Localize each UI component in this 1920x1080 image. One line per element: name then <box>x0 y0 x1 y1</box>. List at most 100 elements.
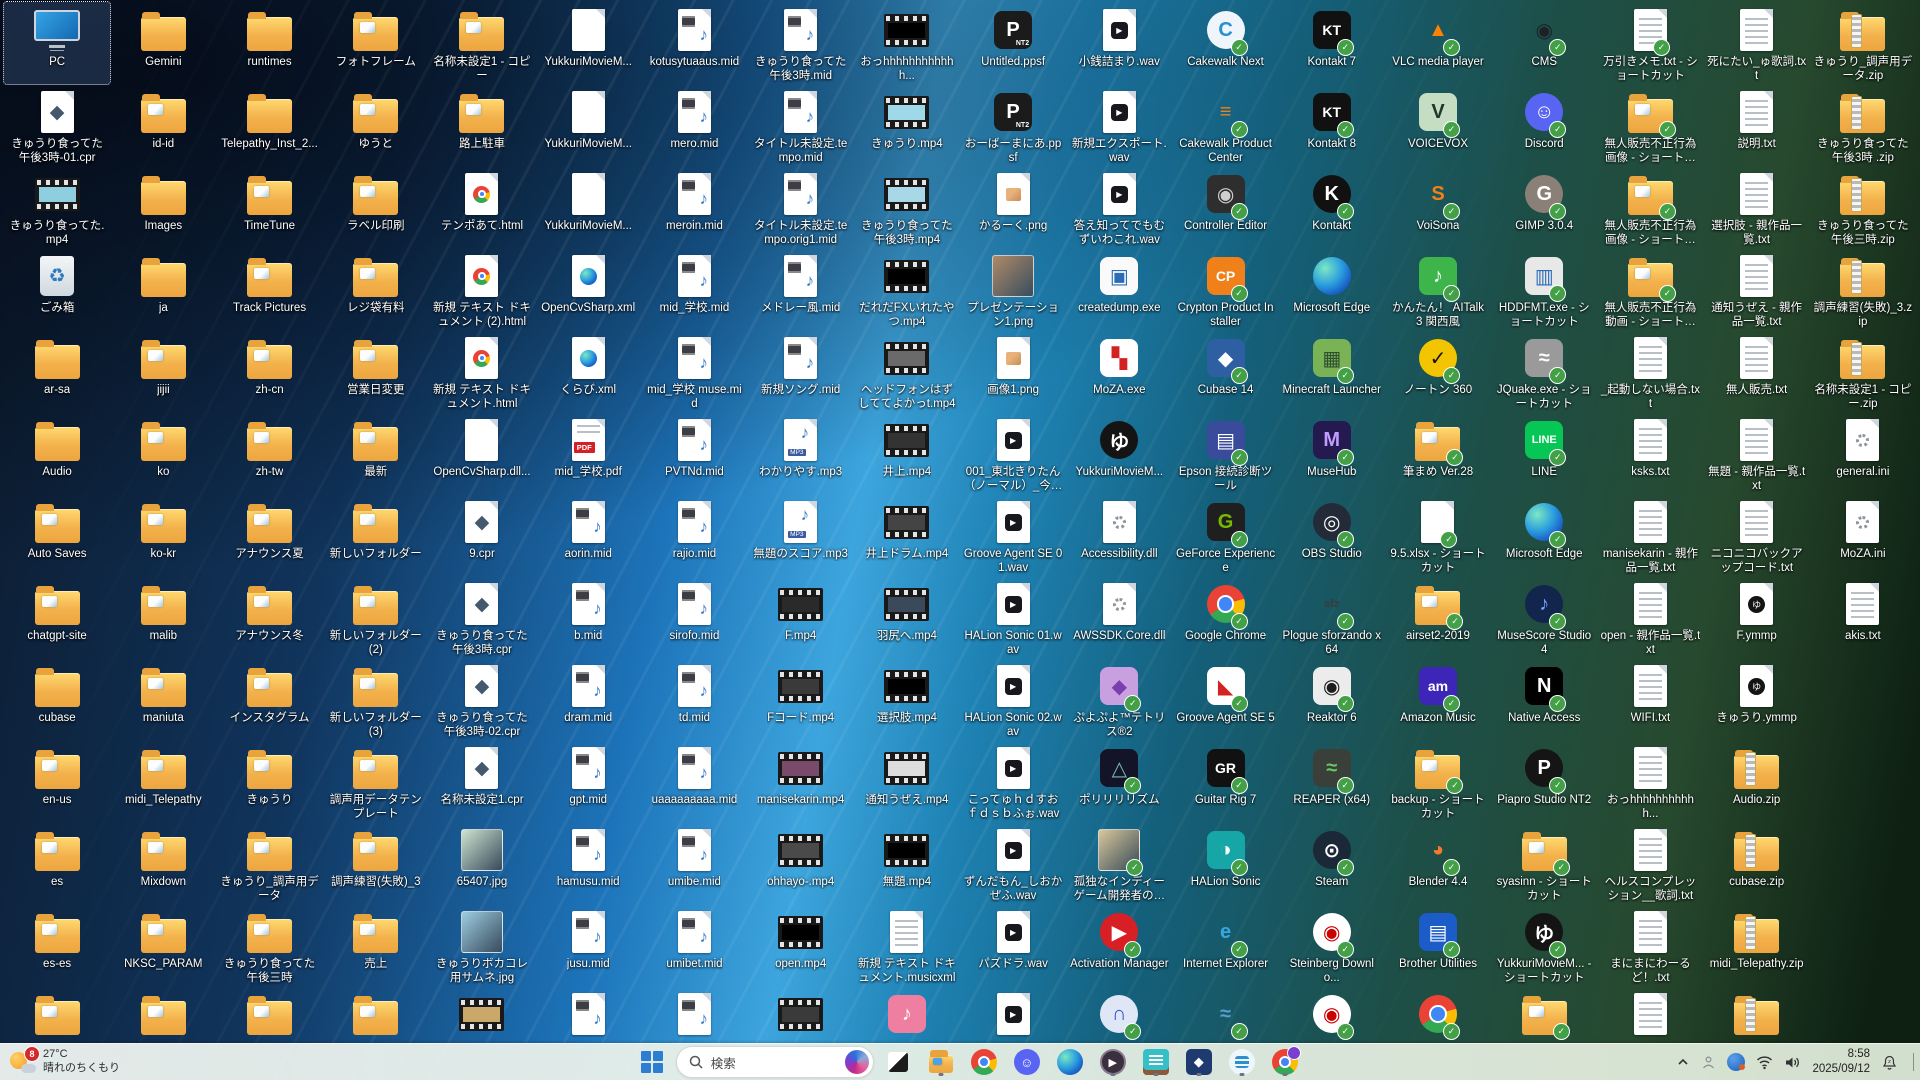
desktop-item[interactable]: ✓ Microsoft Edge <box>1491 494 1597 576</box>
taskbar-app-media-player[interactable]: ▶ <box>1094 1046 1132 1078</box>
desktop-item[interactable]: ◉ ✓ Steinberg Downlo... <box>1279 904 1385 986</box>
desktop-item[interactable]: レジ袋有料 <box>323 248 429 330</box>
desktop-item[interactable]: K ✓ Kontakt <box>1279 166 1385 248</box>
desktop-item[interactable]: 最新 <box>323 412 429 494</box>
desktop-item[interactable]: ▶ Groove Agent SE 01.wav <box>960 494 1066 576</box>
desktop-item[interactable]: CP ✓ Crypton Product Installer <box>1172 248 1278 330</box>
desktop-item[interactable]: ♪ <box>641 986 747 1044</box>
desktop-item[interactable]: きゅうり食ってた午後三時.zip <box>1810 166 1916 248</box>
desktop-item[interactable]: ✓ <box>1491 986 1597 1044</box>
desktop-item[interactable]: ja <box>110 248 216 330</box>
desktop-item[interactable]: ヘルスコンプレッション__歌詞.txt <box>1597 822 1703 904</box>
desktop-item[interactable]: △ ✓ ポリリリリズム <box>1066 740 1172 822</box>
desktop-item[interactable]: ◑ ✓ HALion Sonic <box>1172 822 1278 904</box>
desktop-item[interactable]: ◉ ✓ Reaktor 6 <box>1279 658 1385 740</box>
desktop-item[interactable]: ゆ F.ymmp <box>1704 576 1810 658</box>
desktop-item[interactable]: 通知うぜえ.mp4 <box>854 740 960 822</box>
desktop-item[interactable]: 名称未設定1 - コピー <box>429 2 535 84</box>
taskbar-app-file-explorer[interactable] <box>922 1046 960 1078</box>
desktop-item[interactable]: cubase.zip <box>1704 822 1810 904</box>
desktop-item[interactable]: ▥ ✓ HDDFMT.exe - ショートカット <box>1491 248 1597 330</box>
desktop-item[interactable]: sfz ✓ Plogue sforzando x64 <box>1279 576 1385 658</box>
desktop-item[interactable]: MoZA.ini <box>1810 494 1916 576</box>
desktop-item[interactable]: ◆ きゅうり食ってた午後3時-02.cpr <box>429 658 535 740</box>
desktop-item[interactable]: ♪ mid_学校.mid <box>641 248 747 330</box>
desktop-item[interactable]: 新しいフォルダー (3) <box>323 658 429 740</box>
desktop-item[interactable]: ▶ <box>960 986 1066 1044</box>
desktop-item[interactable]: G ✓ GeForce Experience <box>1172 494 1278 576</box>
desktop-item[interactable]: OpenCvSharp.dll... <box>429 412 535 494</box>
desktop-item[interactable]: Audio.zip <box>1704 740 1810 822</box>
taskbar-app-cubase[interactable]: ◆ <box>1180 1046 1218 1078</box>
desktop-item[interactable]: 井上.mp4 <box>854 412 960 494</box>
desktop-item[interactable]: 新しいフォルダー (2) <box>323 576 429 658</box>
desktop-item[interactable]: ▤ ✓ Brother Utilities <box>1385 904 1491 986</box>
desktop-item[interactable]: ゆ ✓ YukkuriMovieM... - ショートカット <box>1491 904 1597 986</box>
desktop-item[interactable]: 無題 - 親作品一覧.txt <box>1704 412 1810 494</box>
desktop-item[interactable]: jijii <box>110 330 216 412</box>
tray-overflow-chevron-icon[interactable] <box>1676 1055 1690 1069</box>
desktop-item[interactable]: 選択肢.mp4 <box>854 658 960 740</box>
weather-widget[interactable]: 8 27°C 晴れのちくもり <box>0 1046 260 1076</box>
desktop-item[interactable]: open.mp4 <box>748 904 854 986</box>
desktop-item[interactable] <box>1597 986 1703 1044</box>
desktop-item[interactable]: ◆ きゅうり食ってた午後3時-01.cpr <box>4 84 110 166</box>
desktop-item[interactable]: きゅうりボカコレ用サムネ.jpg <box>429 904 535 986</box>
desktop-item[interactable]: ヘッドフォンはずしててよかっt.mp4 <box>854 330 960 412</box>
desktop-item[interactable]: ♻ ごみ箱 <box>4 248 110 330</box>
desktop-item[interactable]: ◆ ✓ ぷよぷよ™テトリス®2 <box>1066 658 1172 740</box>
desktop-item[interactable]: YukkuriMovieM... <box>535 166 641 248</box>
desktop-item[interactable]: くらび.xml <box>535 330 641 412</box>
desktop-item[interactable]: だれだFXいれたやつ.mp4 <box>854 248 960 330</box>
desktop-item[interactable]: ✓ airset2-2019 <box>1385 576 1491 658</box>
desktop-item[interactable]: ◣ ✓ Groove Agent SE 5 <box>1172 658 1278 740</box>
desktop-item[interactable]: 路上駐車 <box>429 84 535 166</box>
desktop-item[interactable]: ♪ gpt.mid <box>535 740 641 822</box>
desktop-item[interactable]: zh-cn <box>216 330 322 412</box>
desktop-item[interactable]: ♪ ✓ かんたん！ AITalk 3 関西風 <box>1385 248 1491 330</box>
desktop-item[interactable]: ♪ mid_学校 muse.mid <box>641 330 747 412</box>
desktop-item[interactable]: ▶ HALion Sonic 01.wav <box>960 576 1066 658</box>
desktop-item[interactable]: ▶ ✓ Activation Manager <box>1066 904 1172 986</box>
desktop-item[interactable]: ▶ 新規エクスポート.wav <box>1066 84 1172 166</box>
desktop-item[interactable]: ♪ MP3 わかりやす.mp3 <box>748 412 854 494</box>
desktop-item[interactable]: ♪ b.mid <box>535 576 641 658</box>
desktop-item[interactable]: ♪ ✓ MuseScore Studio 4 <box>1491 576 1597 658</box>
desktop-item[interactable]: ▶ パズドラ.wav <box>960 904 1066 986</box>
desktop-item[interactable]: ♪ umibe.mid <box>641 822 747 904</box>
desktop-item[interactable]: きゅうり_調声用データ <box>216 822 322 904</box>
desktop-item[interactable]: ニコニコバックアップコード.txt <box>1704 494 1810 576</box>
desktop-item[interactable]: ゆ YukkuriMovieM... <box>1066 412 1172 494</box>
desktop-item[interactable]: ♪ 新規ソング.mid <box>748 330 854 412</box>
desktop-item[interactable]: G ✓ GIMP 3.0.4 <box>1491 166 1597 248</box>
desktop-item[interactable]: Track Pictures <box>216 248 322 330</box>
desktop-item[interactable] <box>216 986 322 1044</box>
desktop-item[interactable]: ✓無人販売不正行為画像 - ショートカッ... <box>1597 84 1703 166</box>
desktop-item[interactable]: ♪ きゅうり食ってた午後3時.mid <box>748 2 854 84</box>
desktop-item[interactable]: ◉ ✓ CMS <box>1491 2 1597 84</box>
desktop-item[interactable]: 画像1.png <box>960 330 1066 412</box>
desktop-item[interactable]: Audio <box>4 412 110 494</box>
desktop-item[interactable]: ✓ Google Chrome <box>1172 576 1278 658</box>
desktop-item[interactable]: ◆ きゅうり食ってた午後3時.cpr <box>429 576 535 658</box>
desktop-item[interactable]: am ✓ Amazon Music <box>1385 658 1491 740</box>
desktop-item[interactable]: PC <box>2 1 112 85</box>
desktop-item[interactable]: KT ✓ Kontakt 8 <box>1279 84 1385 166</box>
tray-clock[interactable]: 8:58 2025/09/12 <box>1812 1047 1870 1077</box>
desktop-item[interactable]: ▚ MoZA.exe <box>1066 330 1172 412</box>
taskbar-app-chrome[interactable] <box>965 1046 1003 1078</box>
desktop-item[interactable]: ko-kr <box>110 494 216 576</box>
desktop-item[interactable]: KT ✓ Kontakt 7 <box>1279 2 1385 84</box>
desktop-item[interactable]: S ✓ VoiSona <box>1385 166 1491 248</box>
desktop-item[interactable]: ◆ 名称未設定1.cpr <box>429 740 535 822</box>
desktop-item[interactable]: F.mp4 <box>748 576 854 658</box>
desktop-item[interactable]: ▶ 答え知ってでもむずいわこれ.wav <box>1066 166 1172 248</box>
taskbar-search[interactable]: 検索 <box>675 1046 874 1078</box>
desktop-item[interactable]: YukkuriMovieM... <box>535 2 641 84</box>
desktop-item[interactable]: es-es <box>4 904 110 986</box>
desktop-item[interactable]: ko <box>110 412 216 494</box>
desktop-item[interactable]: ゆうと <box>323 84 429 166</box>
desktop-item[interactable]: ✓ <box>1385 986 1491 1044</box>
desktop-item[interactable]: ∩ ✓ <box>1066 986 1172 1044</box>
taskbar-app-discord[interactable]: ☺ <box>1008 1046 1046 1078</box>
